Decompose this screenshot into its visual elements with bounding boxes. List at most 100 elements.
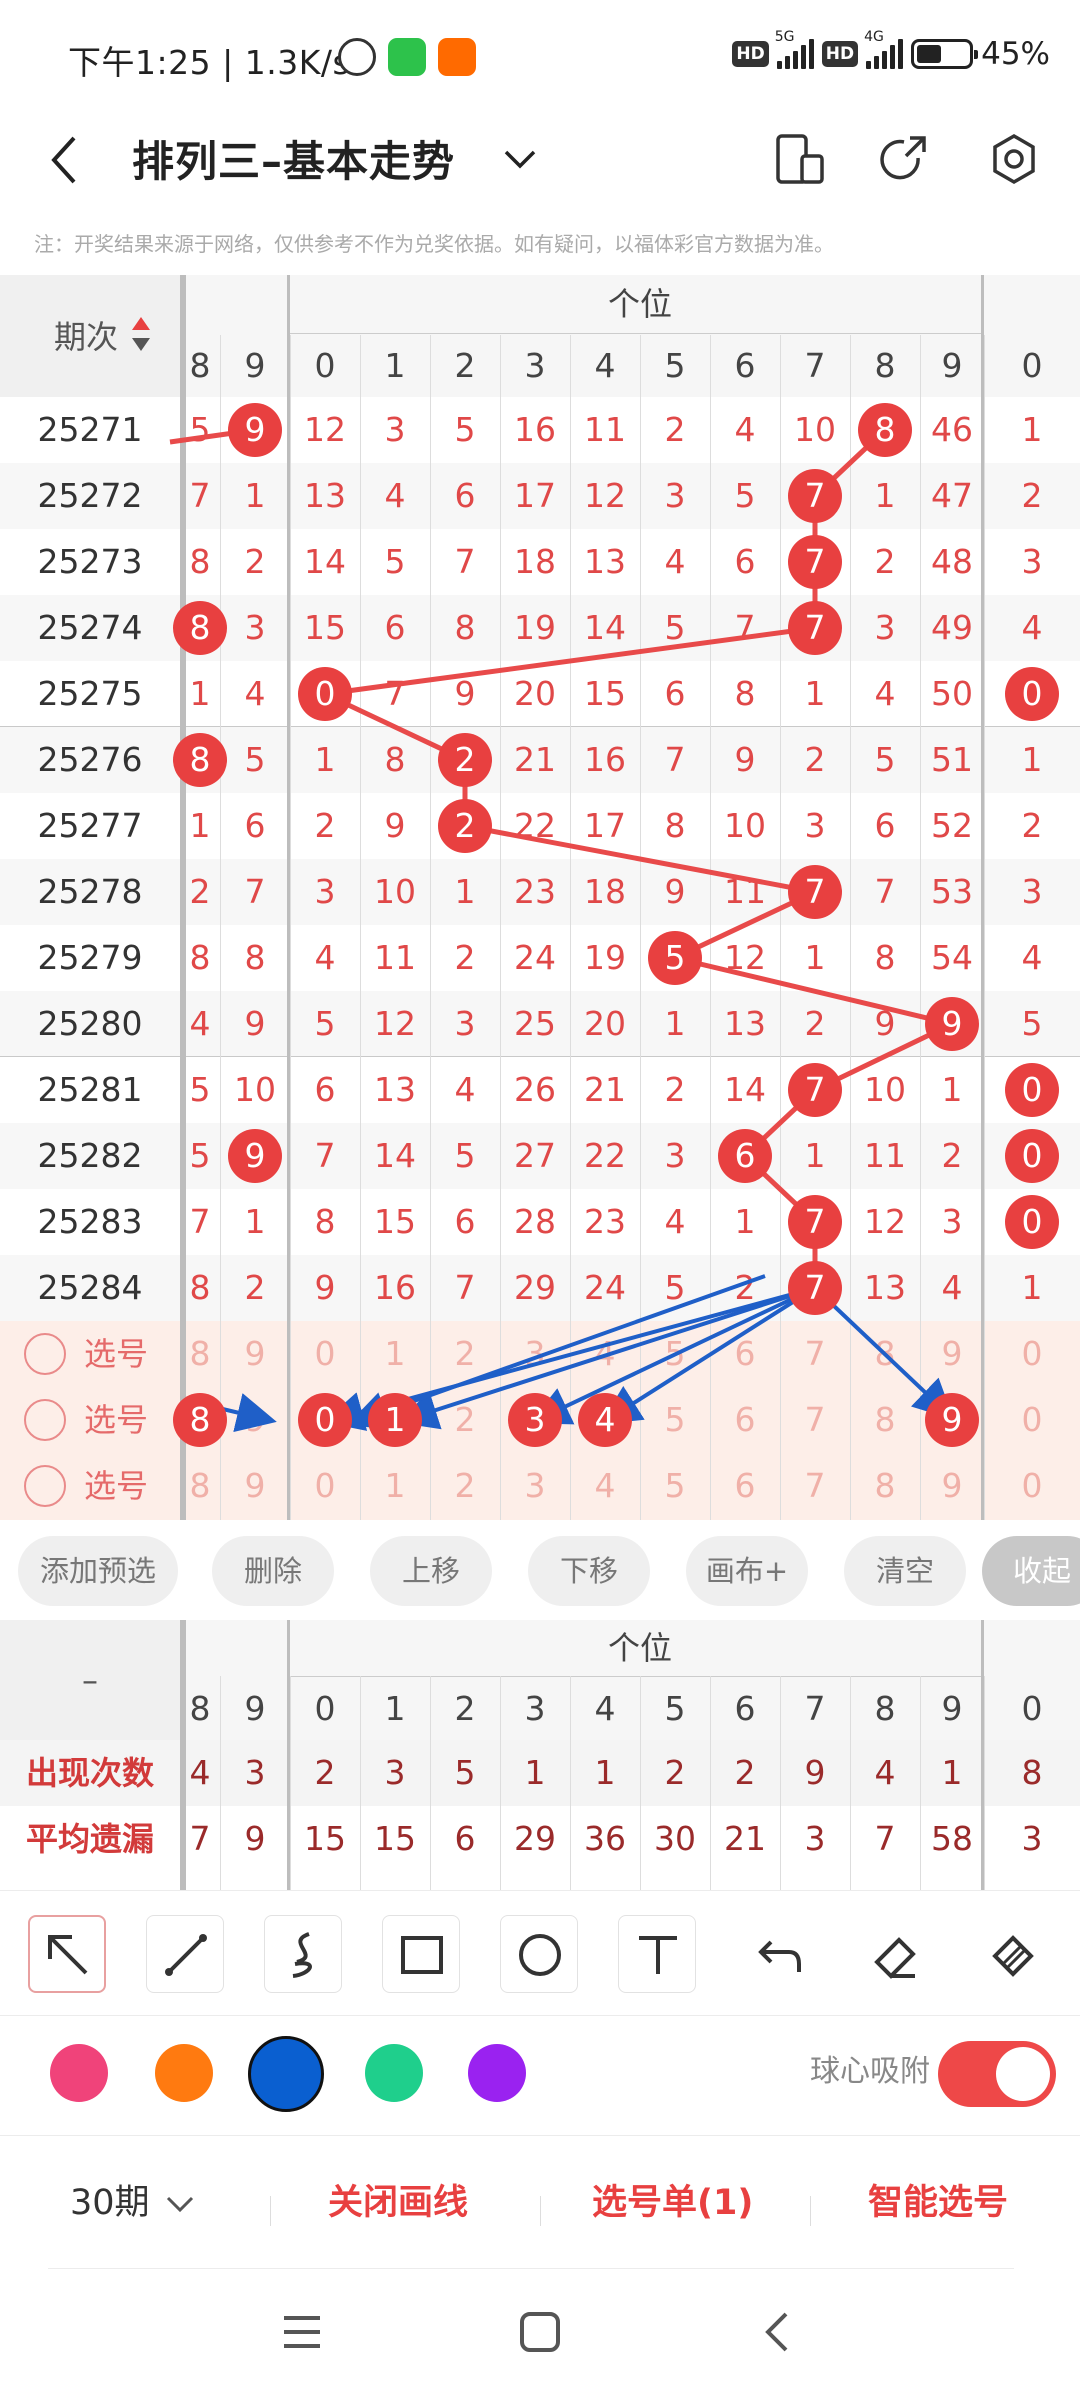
trend-cell[interactable]: 6 <box>430 463 500 529</box>
hit-ball[interactable]: 0 <box>1005 667 1059 721</box>
trend-cell[interactable]: 5 <box>710 463 780 529</box>
trend-cell[interactable]: 9 <box>640 859 710 925</box>
option-cell[interactable]: 2 <box>430 1321 500 1387</box>
hit-ball[interactable]: 6 <box>718 1129 772 1183</box>
trend-cell[interactable]: 5 <box>430 1123 500 1189</box>
trend-cell[interactable]: 7 <box>710 595 780 661</box>
color-purple-swatch[interactable] <box>468 2044 526 2102</box>
trend-cell[interactable]: 12 <box>850 1189 920 1255</box>
trend-cell[interactable]: 1 <box>920 1057 984 1123</box>
trend-cell[interactable]: 4 <box>640 529 710 595</box>
hit-ball[interactable]: 9 <box>228 1129 282 1183</box>
trend-cell[interactable]: 4 <box>710 397 780 463</box>
snap-toggle[interactable] <box>938 2041 1056 2107</box>
smart-pick-button[interactable]: 智能选号 <box>868 2178 1008 2228</box>
trend-cell[interactable]: 13 <box>570 529 640 595</box>
hit-ball[interactable]: 7 <box>788 1195 842 1249</box>
trend-cell[interactable]: 5 <box>640 1255 710 1321</box>
trend-cell[interactable]: 12 <box>710 925 780 991</box>
option-cell[interactable]: 0 <box>984 1321 1080 1387</box>
trend-cell[interactable]: 9 <box>360 793 430 859</box>
hit-ball[interactable]: 9 <box>925 997 979 1051</box>
trend-cell[interactable]: 9 <box>220 991 290 1057</box>
trend-cell[interactable]: 3 <box>430 991 500 1057</box>
option-cell[interactable]: 9 <box>220 1321 290 1387</box>
trend-cell[interactable]: 14 <box>290 529 360 595</box>
option-cell[interactable]: 0 <box>984 1387 1080 1453</box>
trend-cell[interactable]: 1 <box>430 859 500 925</box>
trend-cell[interactable]: 4 <box>850 661 920 727</box>
trend-cell[interactable]: 4 <box>920 1255 984 1321</box>
trend-cell[interactable]: 4 <box>984 595 1080 661</box>
trend-cell[interactable]: 47 <box>920 463 984 529</box>
option-cell[interactable]: 9 <box>220 1453 290 1519</box>
option-cell[interactable]: 8 <box>180 1453 220 1519</box>
option-cell[interactable]: 3 <box>500 1453 570 1519</box>
trend-cell[interactable]: 53 <box>920 859 984 925</box>
trend-cell[interactable]: 8 <box>180 925 220 991</box>
trend-cell[interactable]: 2 <box>710 1255 780 1321</box>
trend-cell[interactable]: 5 <box>984 991 1080 1057</box>
trend-cell[interactable]: 10 <box>220 1057 290 1123</box>
option-cell[interactable]: 5 <box>640 1321 710 1387</box>
trend-cell[interactable]: 50 <box>920 661 984 727</box>
trend-cell[interactable]: 3 <box>220 595 290 661</box>
trend-cell[interactable]: 6 <box>430 1189 500 1255</box>
trend-cell[interactable]: 2 <box>430 925 500 991</box>
trend-cell[interactable]: 10 <box>360 859 430 925</box>
option-cell[interactable]: 0 <box>984 1453 1080 1519</box>
trend-cell[interactable]: 27 <box>500 1123 570 1189</box>
trend-cell[interactable]: 7 <box>430 529 500 595</box>
trend-cell[interactable]: 2 <box>780 727 850 793</box>
trend-cell[interactable]: 2 <box>220 1255 290 1321</box>
trend-cell[interactable]: 6 <box>850 793 920 859</box>
trend-cell[interactable]: 14 <box>710 1057 780 1123</box>
chevron-down-icon[interactable] <box>164 2192 196 2216</box>
color-orange-swatch[interactable] <box>155 2044 213 2102</box>
eraser-tool[interactable] <box>854 1915 932 1993</box>
trend-cell[interactable]: 2 <box>780 991 850 1057</box>
trend-cell[interactable]: 24 <box>570 1255 640 1321</box>
back-nav-icon[interactable] <box>756 2310 800 2354</box>
trend-cell[interactable]: 8 <box>710 661 780 727</box>
trend-cell[interactable]: 1 <box>220 463 290 529</box>
move-down-button[interactable]: 下移 <box>528 1536 650 1606</box>
hit-ball[interactable]: 0 <box>298 667 352 721</box>
trend-cell[interactable]: 12 <box>360 991 430 1057</box>
trend-cell[interactable]: 1 <box>850 463 920 529</box>
selected-option-ball[interactable]: 1 <box>368 1393 422 1447</box>
trend-cell[interactable]: 9 <box>850 991 920 1057</box>
hit-ball[interactable]: 7 <box>788 535 842 589</box>
collapse-button[interactable]: 收起 <box>982 1536 1080 1606</box>
trend-cell[interactable]: 1 <box>984 397 1080 463</box>
trend-cell[interactable]: 8 <box>220 925 290 991</box>
trend-cell[interactable]: 15 <box>570 661 640 727</box>
selected-option-ball[interactable]: 0 <box>298 1393 352 1447</box>
hit-ball[interactable]: 0 <box>1005 1129 1059 1183</box>
trend-cell[interactable]: 2 <box>640 1057 710 1123</box>
circle-tool[interactable] <box>500 1915 578 1993</box>
close-lines-button[interactable]: 关闭画线 <box>328 2178 468 2228</box>
trend-cell[interactable]: 8 <box>850 925 920 991</box>
trend-cell[interactable]: 10 <box>780 397 850 463</box>
trend-cell[interactable]: 22 <box>500 793 570 859</box>
trend-cell[interactable]: 1 <box>710 1189 780 1255</box>
trend-cell[interactable]: 4 <box>290 925 360 991</box>
trend-cell[interactable]: 5 <box>290 991 360 1057</box>
color-pink-swatch[interactable] <box>50 2044 108 2102</box>
trend-cell[interactable]: 15 <box>290 595 360 661</box>
trend-cell[interactable]: 49 <box>920 595 984 661</box>
trend-cell[interactable]: 11 <box>710 859 780 925</box>
trend-cell[interactable]: 9 <box>710 727 780 793</box>
trend-cell[interactable]: 13 <box>850 1255 920 1321</box>
share-icon[interactable] <box>878 130 932 190</box>
trend-cell[interactable]: 11 <box>570 397 640 463</box>
trend-cell[interactable]: 1 <box>984 1255 1080 1321</box>
trend-cell[interactable]: 23 <box>570 1189 640 1255</box>
period-header[interactable]: 期次 <box>54 305 118 369</box>
trend-cell[interactable]: 20 <box>500 661 570 727</box>
selected-option-ball[interactable]: 4 <box>578 1393 632 1447</box>
option-cell[interactable]: 9 <box>920 1453 984 1519</box>
trend-cell[interactable]: 3 <box>850 595 920 661</box>
option-cell[interactable]: 8 <box>850 1321 920 1387</box>
